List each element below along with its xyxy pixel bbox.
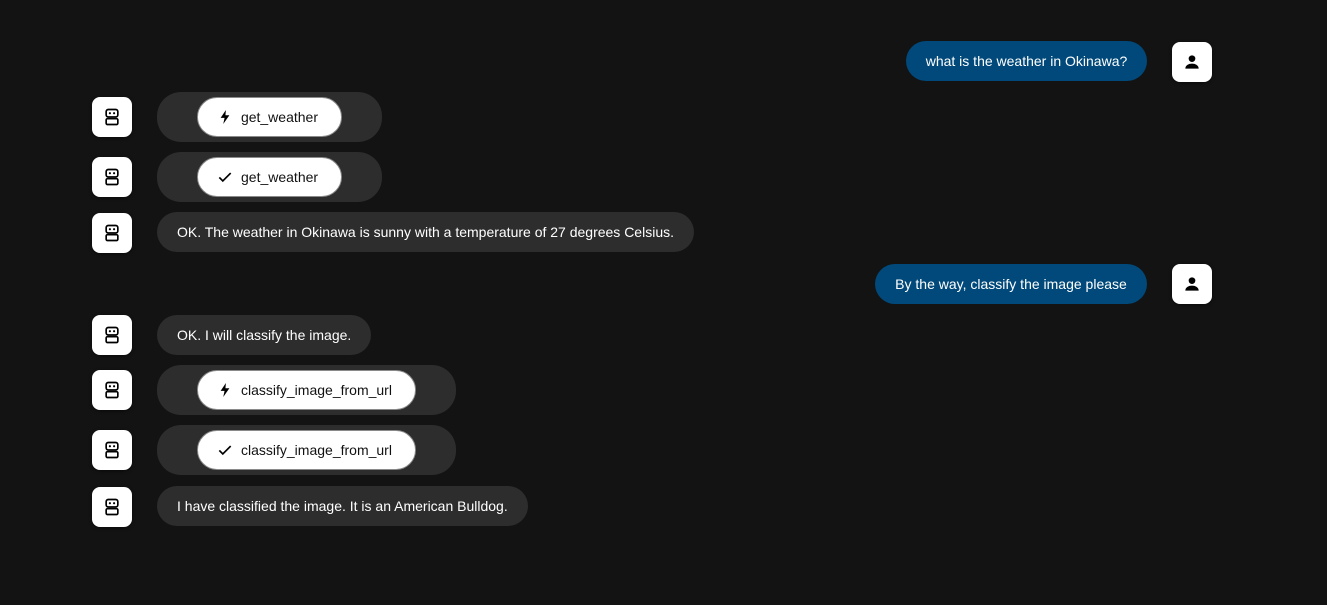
assistant-message-bubble: I have classified the image. It is an Am… xyxy=(157,486,528,526)
tool-result-container: classify_image_from_url xyxy=(157,425,456,475)
assistant-message-bubble: OK. The weather in Okinawa is sunny with… xyxy=(157,212,694,252)
check-icon xyxy=(218,170,232,184)
tool-call-container: get_weather xyxy=(157,92,382,142)
tool-result-label: get_weather xyxy=(241,169,319,185)
tool-result-chip[interactable]: classify_image_from_url xyxy=(197,430,416,470)
bot-avatar-icon xyxy=(92,370,132,410)
bot-avatar-icon xyxy=(92,213,132,253)
bot-avatar-icon xyxy=(92,315,132,355)
assistant-message-bubble: OK. I will classify the image. xyxy=(157,315,371,355)
tool-call-label: get_weather xyxy=(240,109,318,125)
user-message-bubble: what is the weather in Okinawa? xyxy=(906,41,1147,81)
tool-result-label: classify_image_from_url xyxy=(241,442,392,458)
bot-avatar-icon xyxy=(92,97,132,137)
bolt-icon xyxy=(218,383,232,397)
check-icon xyxy=(218,443,232,457)
user-message-bubble: By the way, classify the image please xyxy=(875,264,1147,304)
tool-result-container: get_weather xyxy=(157,152,382,202)
bot-avatar-icon xyxy=(92,430,132,470)
tool-call-chip[interactable]: get_weather xyxy=(197,97,342,137)
tool-call-label: classify_image_from_url xyxy=(241,382,392,398)
bolt-icon xyxy=(218,110,232,124)
chat-transcript: what is the weather in Okinawa? get_weat… xyxy=(0,0,1327,605)
bot-avatar-icon xyxy=(92,487,132,527)
tool-call-chip[interactable]: classify_image_from_url xyxy=(197,370,416,410)
user-avatar-icon xyxy=(1172,42,1212,82)
user-avatar-icon xyxy=(1172,264,1212,304)
bot-avatar-icon xyxy=(92,157,132,197)
tool-call-container: classify_image_from_url xyxy=(157,365,456,415)
tool-result-chip[interactable]: get_weather xyxy=(197,157,342,197)
